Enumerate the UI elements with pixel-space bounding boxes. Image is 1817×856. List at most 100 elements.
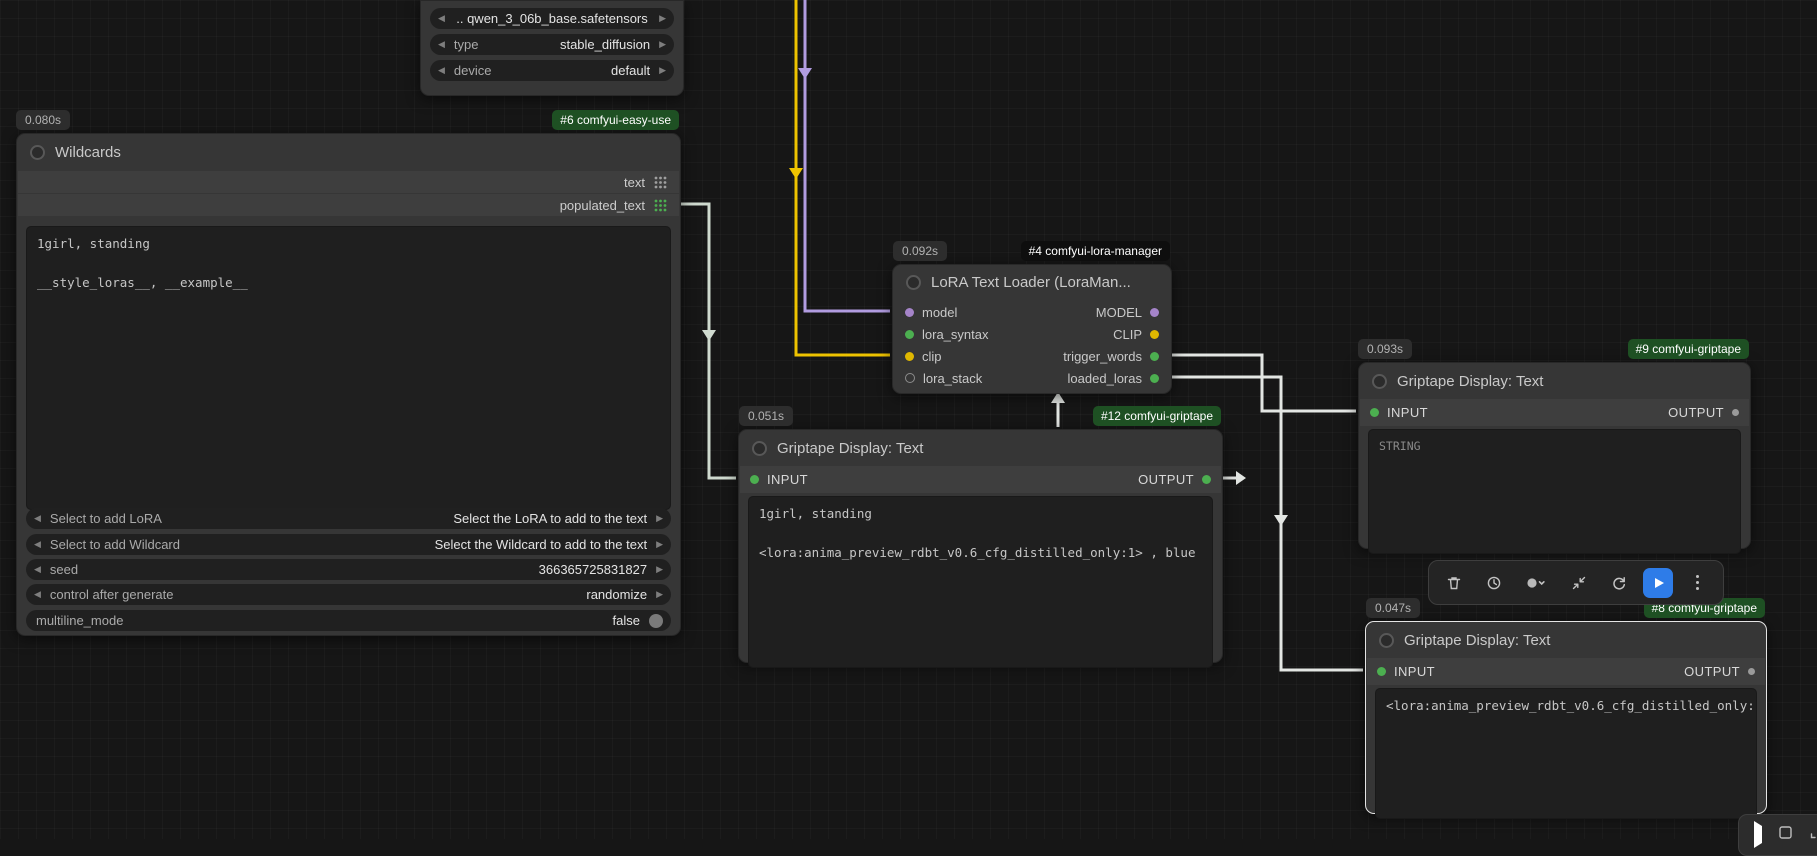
node-wildcards[interactable]: Wildcards text populated_text 1girl, sta… [16, 133, 681, 636]
display-text-content[interactable]: 1girl, standing <lora:anima_preview_rdbt… [748, 496, 1213, 668]
slot-row-lora-stack: lora_stack loaded_loras [894, 367, 1170, 389]
output-slot-text: text [18, 171, 679, 193]
output-label: OUTPUT [1684, 664, 1740, 679]
prev-arrow-icon[interactable]: ◀ [34, 565, 41, 574]
node-header: Griptape Display: Text [1366, 622, 1766, 658]
widget-ckpt-name[interactable]: ◀ .. qwen_3_06b_base.safetensors ▶ [430, 8, 674, 29]
wildcard-text-input[interactable]: 1girl, standing __style_loras__, __examp… [26, 226, 671, 510]
grid-output-icon[interactable] [654, 176, 667, 189]
prev-arrow-icon[interactable]: ◀ [34, 540, 41, 549]
node-griptape-display-9[interactable]: Griptape Display: Text INPUT OUTPUT STRI… [1358, 362, 1751, 549]
toggle-knob[interactable] [649, 614, 663, 628]
next-arrow-icon[interactable]: ▶ [659, 14, 666, 23]
widget-select-wildcard[interactable]: ◀ Select to add Wildcard Select the Wild… [26, 534, 671, 555]
input-label: clip [922, 349, 942, 364]
output-port-clip[interactable] [1150, 330, 1159, 339]
input-port-model[interactable] [905, 308, 914, 317]
collapse-node-icon[interactable] [1564, 568, 1594, 598]
input-port-clip[interactable] [905, 352, 914, 361]
input-port-lora-stack[interactable] [905, 373, 915, 383]
delete-icon[interactable] [1439, 568, 1469, 598]
input-port[interactable] [750, 475, 759, 484]
input-label: lora_syntax [922, 327, 988, 342]
next-arrow-icon[interactable]: ▶ [659, 40, 666, 49]
input-port-lora-syntax[interactable] [905, 330, 914, 339]
expand-icon[interactable] [1809, 825, 1817, 845]
next-arrow-icon[interactable]: ▶ [656, 590, 663, 599]
display-text-content[interactable]: STRING [1368, 429, 1741, 554]
widget-label: Select to add Wildcard [50, 537, 180, 552]
redo-icon[interactable] [1604, 568, 1634, 598]
graph-canvas[interactable]: ◀ .. qwen_3_06b_base.safetensors ▶ ◀ typ… [0, 0, 1817, 839]
node-title: Wildcards [55, 144, 121, 161]
display-text-content[interactable]: <lora:anima_preview_rdbt_v0.6_cfg_distil… [1375, 688, 1757, 819]
wire-model [805, 0, 890, 311]
widget-value: randomize [586, 587, 647, 602]
widget-value: stable_diffusion [560, 37, 650, 52]
history-icon[interactable] [1479, 568, 1509, 598]
timing-badge: 0.080s [16, 110, 70, 130]
wire-clip [796, 0, 890, 355]
node-id-badge: #12 comfyui-griptape [1093, 406, 1221, 426]
wire-populated-text [679, 204, 736, 478]
node-griptape-display-12[interactable]: Griptape Display: Text INPUT OUTPUT 1gir… [738, 429, 1223, 663]
next-arrow-icon[interactable]: ▶ [656, 540, 663, 549]
wire-model-arrow [798, 68, 812, 79]
output-label: text [624, 175, 645, 190]
output-port-trigger-words[interactable] [1150, 352, 1159, 361]
node-header: Griptape Display: Text [1359, 363, 1750, 399]
timing-badge: 0.092s [893, 241, 947, 261]
output-port[interactable] [1202, 475, 1211, 484]
widget-select-lora[interactable]: ◀ Select to add LoRA Select the LoRA to … [26, 508, 671, 529]
collapse-dot[interactable] [906, 275, 921, 290]
input-label: INPUT [1394, 664, 1435, 679]
prev-arrow-icon[interactable]: ◀ [34, 514, 41, 523]
wire-populated-text-arrow [702, 330, 716, 341]
input-label: model [922, 305, 957, 320]
wire-trigger-words [1168, 355, 1356, 411]
prev-arrow-icon[interactable]: ◀ [438, 66, 445, 75]
collapse-dot[interactable] [30, 145, 45, 160]
output-port[interactable] [1732, 409, 1739, 416]
widget-label: type [454, 37, 479, 52]
output-port-model[interactable] [1150, 308, 1159, 317]
frame-icon[interactable] [1778, 825, 1793, 845]
more-options-icon[interactable] [1683, 568, 1713, 598]
timing-badge: 0.093s [1358, 339, 1412, 359]
corner-action-bar [1738, 814, 1817, 856]
prev-arrow-icon[interactable]: ◀ [34, 590, 41, 599]
prev-arrow-icon[interactable]: ◀ [438, 14, 445, 23]
io-band: INPUT OUTPUT [740, 466, 1221, 493]
widget-control-after-generate[interactable]: ◀ control after generate randomize ▶ [26, 584, 671, 605]
output-port-loaded-loras[interactable] [1150, 374, 1159, 383]
input-port[interactable] [1377, 667, 1386, 676]
next-arrow-icon[interactable]: ▶ [656, 514, 663, 523]
widget-device[interactable]: ◀ device default ▶ [430, 60, 674, 81]
node-title: Griptape Display: Text [1404, 632, 1550, 649]
slot-rows: model MODEL lora_syntax CLIP clip trigge… [894, 301, 1170, 389]
collapse-dot[interactable] [1372, 374, 1387, 389]
run-button[interactable] [1643, 568, 1673, 598]
run-icon[interactable] [1752, 826, 1762, 844]
widget-multiline-mode-toggle[interactable]: multiline_mode false [26, 610, 671, 631]
collapse-dot[interactable] [1379, 633, 1394, 648]
next-arrow-icon[interactable]: ▶ [656, 565, 663, 574]
next-arrow-icon[interactable]: ▶ [659, 66, 666, 75]
grid-output-icon[interactable] [654, 199, 667, 212]
collapse-dot[interactable] [752, 441, 767, 456]
output-port[interactable] [1748, 668, 1755, 675]
node-checkpoint-loader[interactable]: ◀ .. qwen_3_06b_base.safetensors ▶ ◀ typ… [420, 0, 684, 96]
node-title: LoRA Text Loader (LoraMan... [931, 274, 1131, 291]
slot-row-clip: clip trigger_words [894, 345, 1170, 367]
widget-type[interactable]: ◀ type stable_diffusion ▶ [430, 34, 674, 55]
prev-arrow-icon[interactable]: ◀ [438, 40, 445, 49]
status-dot-icon[interactable] [1518, 568, 1554, 598]
io-band: INPUT OUTPUT [1367, 658, 1765, 685]
input-port[interactable] [1370, 408, 1379, 417]
output-label: populated_text [560, 198, 645, 213]
widget-seed[interactable]: ◀ seed 366365725831827 ▶ [26, 559, 671, 580]
slot-row-model: model MODEL [894, 301, 1170, 323]
wire-output-stub-arrow [1236, 471, 1246, 485]
node-griptape-display-8[interactable]: Griptape Display: Text INPUT OUTPUT <lor… [1365, 621, 1767, 814]
node-lora-text-loader[interactable]: LoRA Text Loader (LoraMan... model MODEL… [892, 264, 1172, 394]
